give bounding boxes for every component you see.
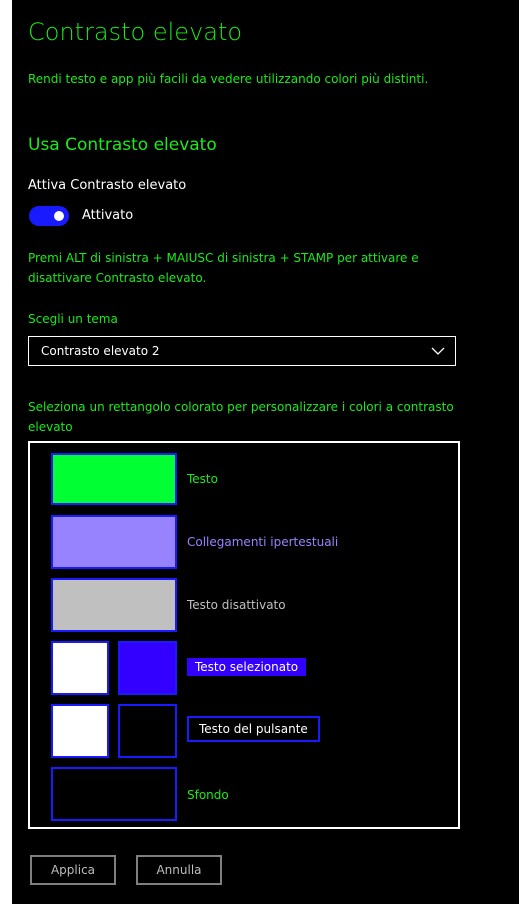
button-text-label[interactable]: Testo del pulsante (187, 716, 320, 742)
section-title: Usa Contrasto elevato (28, 135, 217, 155)
selected-text-background-swatch[interactable] (118, 641, 177, 695)
text-color-label[interactable]: Testo (187, 472, 218, 486)
disabled-text-color-label[interactable]: Testo disattivato (187, 598, 286, 612)
cancel-button[interactable]: Annulla (136, 855, 222, 885)
selected-text-label[interactable]: Testo selezionato (187, 658, 307, 676)
apply-button[interactable]: Applica (30, 855, 116, 885)
background-color-label[interactable]: Sfondo (187, 788, 229, 802)
page-title: Contrasto elevato (28, 18, 243, 46)
button-text-foreground-swatch[interactable] (51, 704, 109, 758)
hyperlink-color-label[interactable]: Collegamenti ipertestuali (187, 535, 338, 549)
disabled-text-color-swatch[interactable] (51, 578, 177, 632)
page-subtitle: Rendi testo e app più facili da vedere u… (28, 72, 429, 86)
chevron-down-icon (431, 347, 445, 355)
text-color-swatch[interactable] (51, 453, 177, 505)
color-instructions: Seleziona un rettangolo colorato per per… (28, 400, 454, 434)
color-customization-box: Testo Collegamenti ipertestuali Testo di… (28, 441, 460, 829)
settings-panel: Contrasto elevato Rendi testo e app più … (12, 0, 519, 904)
toggle-label: Attiva Contrasto elevato (28, 178, 187, 193)
theme-label: Scegli un tema (28, 312, 118, 326)
theme-dropdown[interactable]: Contrasto elevato 2 (28, 336, 456, 366)
toggle-knob (54, 211, 64, 221)
shortcut-hint: Premi ALT di sinistra + MAIUSC di sinist… (28, 251, 419, 285)
toggle-state-label: Attivato (82, 208, 134, 223)
theme-dropdown-value: Contrasto elevato 2 (41, 344, 160, 358)
selected-text-foreground-swatch[interactable] (51, 641, 109, 695)
background-color-swatch[interactable] (51, 767, 177, 821)
high-contrast-toggle[interactable] (29, 206, 69, 226)
hyperlink-color-swatch[interactable] (51, 515, 177, 569)
button-text-background-swatch[interactable] (118, 704, 177, 758)
